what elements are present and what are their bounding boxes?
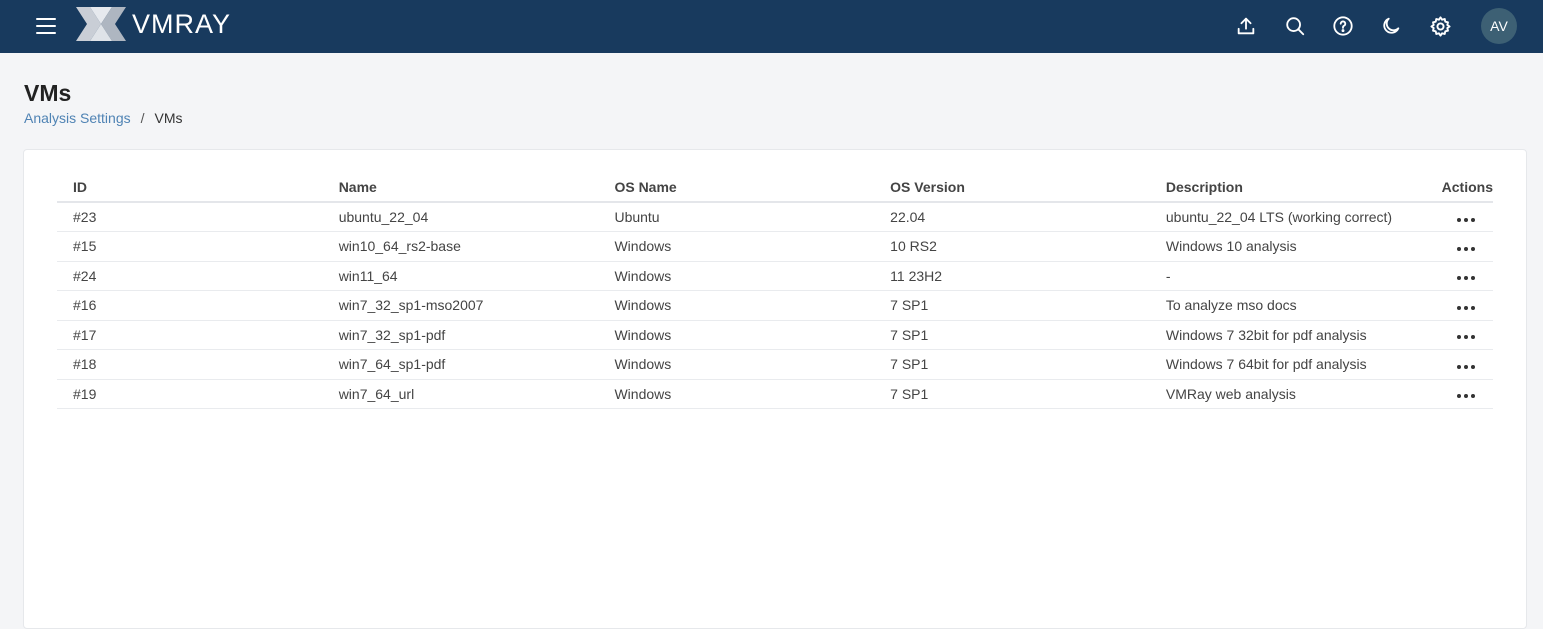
cell-actions xyxy=(1425,379,1493,409)
cell-description: ubuntu_22_04 LTS (working correct) xyxy=(1149,202,1426,232)
cell-description: - xyxy=(1149,261,1426,291)
table-row[interactable]: #16 win7_32_sp1-mso2007 Windows 7 SP1 To… xyxy=(57,290,1493,321)
cell-os-name: Windows xyxy=(598,379,875,409)
breadcrumb-current: VMs xyxy=(154,110,183,126)
more-actions-icon[interactable] xyxy=(1455,302,1477,314)
cell-os-version: 7 SP1 xyxy=(874,379,1150,409)
cell-description: Windows 7 32bit for pdf analysis xyxy=(1149,320,1426,350)
cell-id: #19 xyxy=(57,379,323,409)
column-header-id[interactable]: ID xyxy=(57,172,323,203)
column-header-description[interactable]: Description xyxy=(1149,172,1426,203)
column-header-os-name[interactable]: OS Name xyxy=(598,172,875,203)
cell-description: VMRay web analysis xyxy=(1149,379,1426,409)
cell-os-version: 22.04 xyxy=(874,202,1150,232)
cell-name: win10_64_rs2-base xyxy=(322,231,599,262)
more-actions-icon[interactable] xyxy=(1455,331,1477,343)
cell-description: To analyze mso docs xyxy=(1149,290,1426,321)
cell-os-version: 7 SP1 xyxy=(874,290,1150,321)
cell-id: #24 xyxy=(57,261,323,291)
cell-name: win11_64 xyxy=(322,261,599,291)
more-actions-icon[interactable] xyxy=(1455,272,1477,284)
user-avatar[interactable]: AV xyxy=(1481,8,1517,44)
cell-id: #23 xyxy=(57,202,323,232)
menu-icon[interactable] xyxy=(36,15,60,37)
column-header-name[interactable]: Name xyxy=(322,172,599,203)
column-header-os-version[interactable]: OS Version xyxy=(874,172,1150,203)
cell-actions xyxy=(1425,202,1493,232)
cell-os-version: 11 23H2 xyxy=(874,261,1150,291)
more-actions-icon[interactable] xyxy=(1455,243,1477,255)
cell-actions xyxy=(1425,320,1493,350)
vmray-logo[interactable]: VMRAY xyxy=(76,6,231,42)
cell-id: #16 xyxy=(57,290,323,321)
table-row[interactable]: #19 win7_64_url Windows 7 SP1 VMRay web … xyxy=(57,379,1493,409)
breadcrumb-link-analysis-settings[interactable]: Analysis Settings xyxy=(24,110,131,126)
cell-name: ubuntu_22_04 xyxy=(322,202,599,232)
cell-actions xyxy=(1425,231,1493,262)
cell-description: Windows 10 analysis xyxy=(1149,231,1426,262)
vmray-logo-mark-icon xyxy=(76,7,126,41)
breadcrumb-separator: / xyxy=(140,110,145,126)
cell-os-version: 7 SP1 xyxy=(874,320,1150,350)
help-icon[interactable] xyxy=(1331,14,1355,38)
cell-actions xyxy=(1425,349,1493,380)
cell-os-name: Windows xyxy=(598,320,875,350)
table-row[interactable]: #18 win7_64_sp1-pdf Windows 7 SP1 Window… xyxy=(57,349,1493,380)
cell-name: win7_64_sp1-pdf xyxy=(322,349,599,380)
table-row[interactable]: #24 win11_64 Windows 11 23H2 - xyxy=(57,261,1493,291)
settings-icon[interactable] xyxy=(1428,14,1452,38)
cell-os-name: Windows xyxy=(598,349,875,380)
cell-id: #15 xyxy=(57,231,323,262)
upload-icon[interactable] xyxy=(1234,14,1258,38)
dark-mode-icon[interactable] xyxy=(1379,14,1403,38)
more-actions-icon[interactable] xyxy=(1455,214,1477,226)
top-navigation-bar: VMRAY AV xyxy=(0,0,1543,53)
cell-actions xyxy=(1425,261,1493,291)
search-icon[interactable] xyxy=(1283,14,1307,38)
cell-actions xyxy=(1425,290,1493,321)
page-title: VMs xyxy=(24,80,72,106)
cell-description: Windows 7 64bit for pdf analysis xyxy=(1149,349,1426,380)
cell-os-version: 10 RS2 xyxy=(874,231,1150,262)
table-row[interactable]: #23 ubuntu_22_04 Ubuntu 22.04 ubuntu_22_… xyxy=(57,202,1493,232)
cell-os-version: 7 SP1 xyxy=(874,349,1150,380)
cell-id: #18 xyxy=(57,349,323,380)
table-row[interactable]: #17 win7_32_sp1-pdf Windows 7 SP1 Window… xyxy=(57,320,1493,350)
cell-os-name: Ubuntu xyxy=(598,202,875,232)
vms-card: ID Name OS Name OS Version Description A… xyxy=(23,149,1527,629)
breadcrumb: Analysis Settings / VMs xyxy=(24,110,183,126)
cell-os-name: Windows xyxy=(598,261,875,291)
cell-id: #17 xyxy=(57,320,323,350)
logo-text: VMRAY xyxy=(132,8,232,39)
cell-name: win7_64_url xyxy=(322,379,599,409)
cell-os-name: Windows xyxy=(598,290,875,321)
cell-os-name: Windows xyxy=(598,231,875,262)
cell-name: win7_32_sp1-mso2007 xyxy=(322,290,599,321)
more-actions-icon[interactable] xyxy=(1455,361,1477,373)
table-row[interactable]: #15 win10_64_rs2-base Windows 10 RS2 Win… xyxy=(57,231,1493,262)
more-actions-icon[interactable] xyxy=(1455,390,1477,402)
column-header-actions: Actions xyxy=(1425,172,1493,203)
vms-table: ID Name OS Name OS Version Description A… xyxy=(57,172,1493,409)
cell-name: win7_32_sp1-pdf xyxy=(322,320,599,350)
table-header-row: ID Name OS Name OS Version Description A… xyxy=(57,172,1493,203)
